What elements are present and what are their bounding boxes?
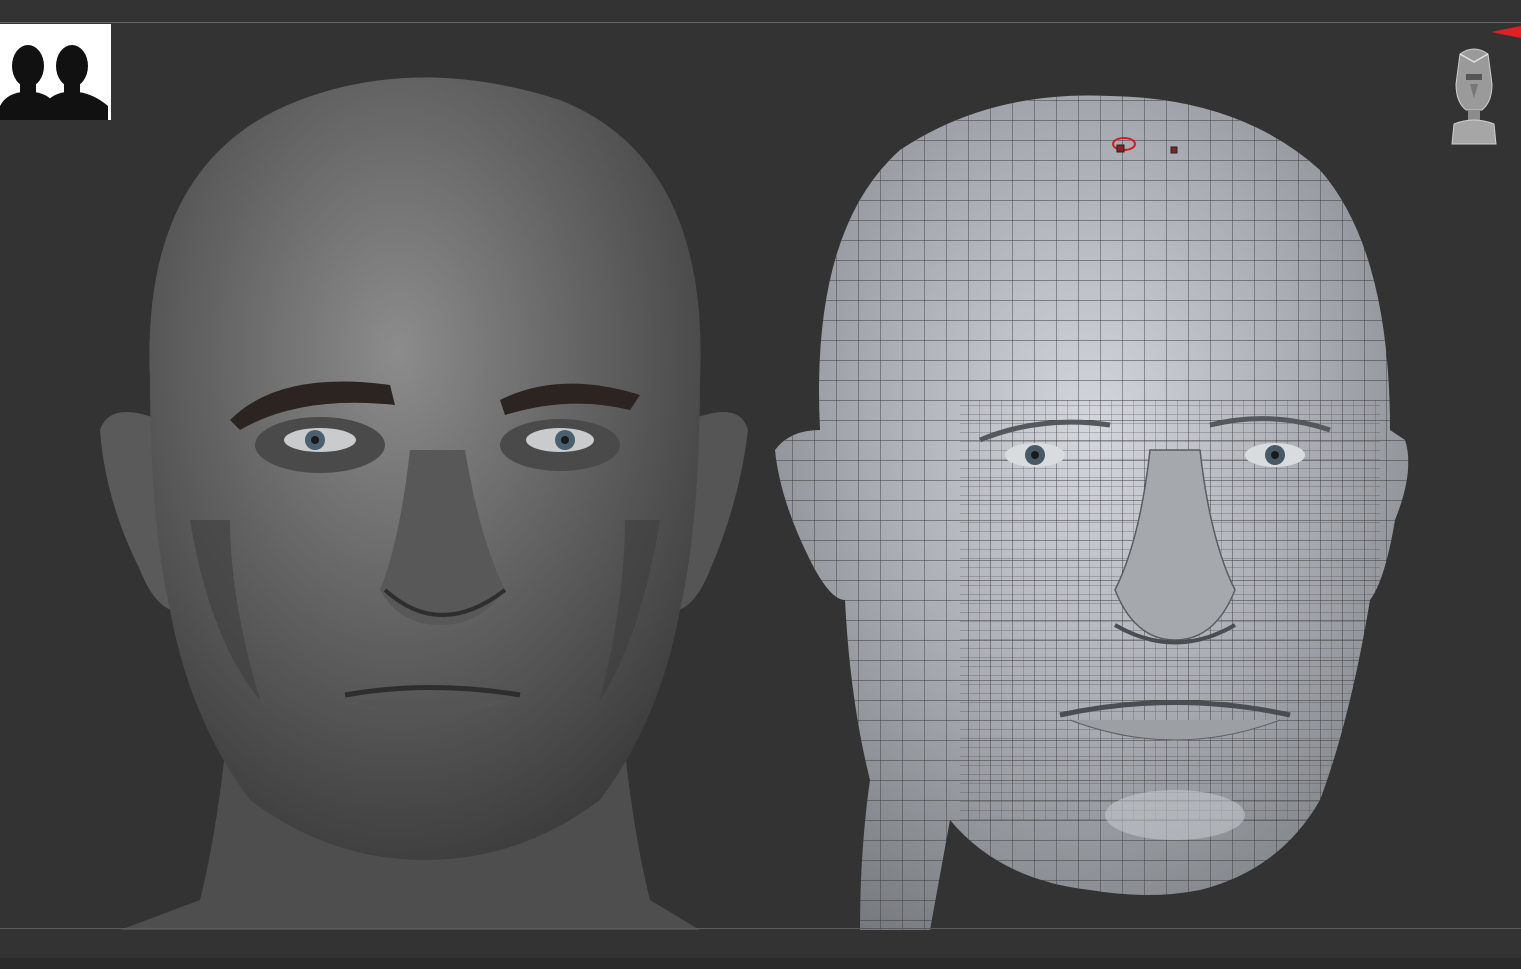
red-indicator-icon [1489, 22, 1521, 44]
sculpt-head-left [100, 77, 748, 930]
bottom-tray [0, 958, 1521, 969]
wireframe-head-right [775, 95, 1409, 931]
3d-viewport[interactable] [0, 0, 1521, 969]
navigation-head-gizmo-icon[interactable] [1446, 44, 1502, 146]
model-render [100, 77, 1409, 931]
viewport-bottom-edge [0, 928, 1521, 929]
